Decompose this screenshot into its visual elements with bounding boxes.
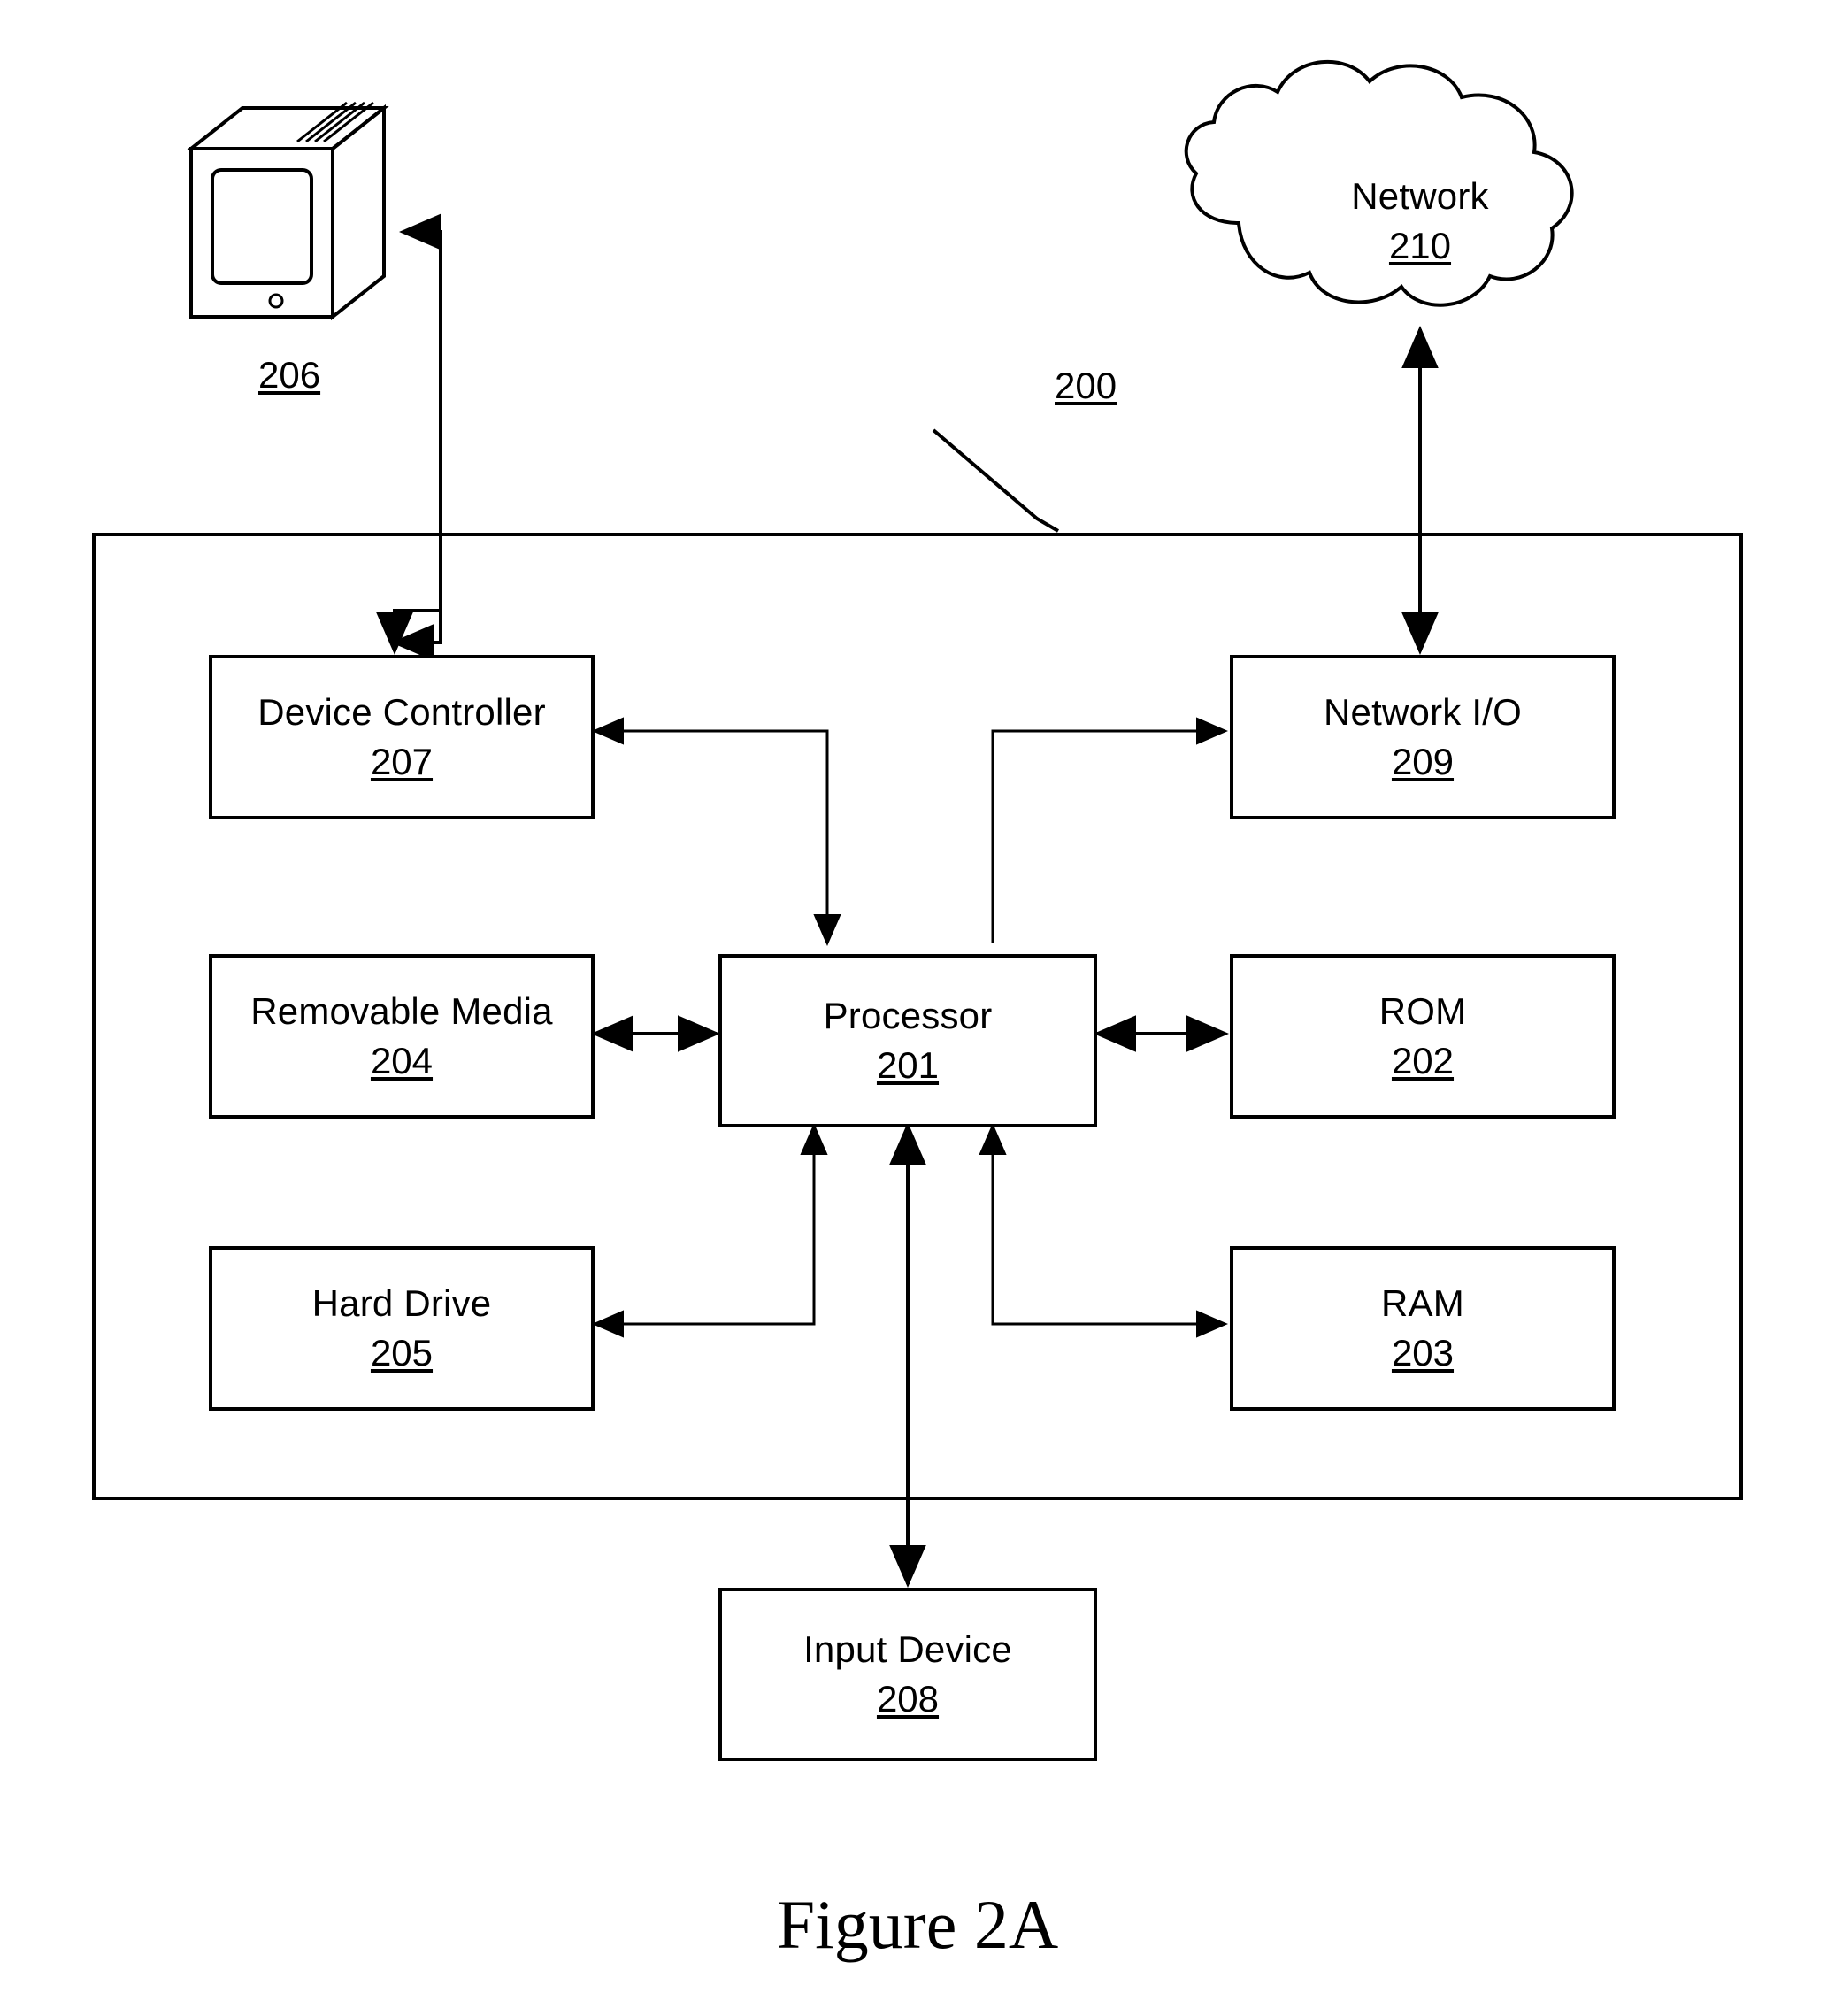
node-ref-device-controller: 207 [370,741,434,782]
node-ref-processor: 201 [876,1044,940,1086]
patent-figure-2a: 206 200 Network 210 Device Controller 20… [0,0,1835,2016]
node-hard-drive[interactable]: Hard Drive 205 [209,1246,595,1411]
system-ref-200: 200 [1055,365,1117,406]
node-ram[interactable]: RAM 203 [1230,1246,1616,1411]
node-device-controller[interactable]: Device Controller 207 [209,655,595,819]
network-cloud-label: Network [1351,174,1489,217]
node-label-processor: Processor [823,994,993,1036]
node-label-rom: ROM [1378,989,1467,1032]
figure-caption: Figure 2A [776,1886,1059,1963]
node-ref-network-io: 209 [1391,741,1455,782]
node-label-hard-drive: Hard Drive [311,1281,492,1324]
monitor-icon [186,101,389,321]
node-rom[interactable]: ROM 202 [1230,954,1616,1119]
node-ref-ram: 203 [1391,1332,1455,1373]
node-ref-hard-drive: 205 [370,1332,434,1373]
node-ref-input-device: 208 [876,1678,940,1720]
network-cloud-text: Network 210 [1265,164,1575,279]
node-label-device-controller: Device Controller [257,690,546,733]
node-network-io[interactable]: Network I/O 209 [1230,655,1616,819]
node-label-ram: RAM [1381,1281,1464,1324]
node-ref-rom: 202 [1391,1040,1455,1081]
monitor-ref-206: 206 [258,354,321,396]
network-cloud-ref: 210 [1388,225,1452,266]
node-label-network-io: Network I/O [1324,690,1522,733]
node-ref-removable-media: 204 [370,1040,434,1081]
node-removable-media[interactable]: Removable Media 204 [209,954,595,1119]
node-processor[interactable]: Processor 201 [718,954,1097,1127]
node-label-removable-media: Removable Media [250,989,553,1032]
node-input-device[interactable]: Input Device 208 [718,1588,1097,1761]
node-label-input-device: Input Device [803,1627,1012,1670]
